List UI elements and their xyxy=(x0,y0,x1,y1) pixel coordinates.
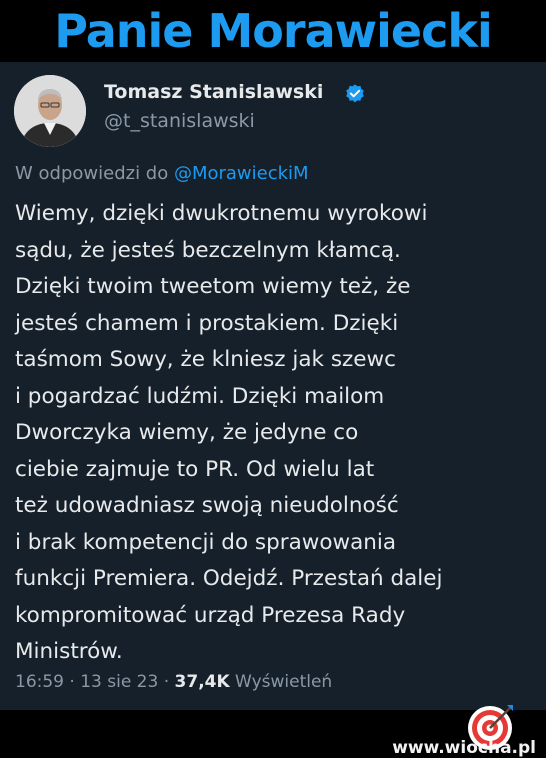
tweet-line: funkcji Premiera. Odejdź. Przestań dalej xyxy=(15,566,443,591)
tweet-line: taśmom Sowy, że klniesz jak szewc xyxy=(15,347,396,372)
views-label: Wyświetleń xyxy=(229,672,333,692)
tweet-line: i brak kompetencji do sprawowania xyxy=(15,529,397,555)
watermark: www.wiocha.pl xyxy=(392,738,536,758)
reply-prefix: W odpowiedzi do xyxy=(15,163,174,184)
tweet-line: Dworczyka wiemy, że jedyne co xyxy=(15,420,359,445)
tweet-line: ciebie zajmuje to PR. Od wielu lat xyxy=(15,456,375,482)
author-handle[interactable]: @t_stanislawski xyxy=(104,110,255,132)
tweet-card: Tomasz Stanislawski @t_stanislawski W od… xyxy=(0,62,546,758)
tweet-line: Ministrów. xyxy=(15,639,123,664)
tweet-line: kompromitować urząd Prezesa Rady xyxy=(15,602,406,628)
author-name[interactable]: Tomasz Stanislawski xyxy=(104,81,323,103)
avatar[interactable] xyxy=(14,75,86,147)
tweet-timestamp[interactable]: 16:59 · 13 sie 23 · xyxy=(15,672,175,692)
profile-photo-icon xyxy=(14,75,86,147)
tweet-line: sądu, że jesteś bezczelnym kłamcą. xyxy=(15,237,401,263)
headline-title: Panie Morawiecki xyxy=(54,4,492,58)
tweet-meta: 16:59 · 13 sie 23 · 37,4K Wyświetleń xyxy=(15,672,332,692)
headline-banner: Panie Morawiecki xyxy=(0,0,546,62)
tweet-line: jesteś chamem i prostakiem. Dzięki xyxy=(15,310,399,336)
tweet-line: też udowadniasz swoją nieudolność xyxy=(15,493,399,518)
tweet-line: Dzięki twoim tweetom wiemy też, że xyxy=(15,274,411,299)
reply-context: W odpowiedzi do @MorawieckiM xyxy=(15,163,309,184)
views-count: 37,4K xyxy=(174,672,230,692)
reply-mention-link[interactable]: @MorawieckiM xyxy=(174,163,309,184)
tweet-line: Wiemy, dzięki dwukrotnemu wyrokowi xyxy=(15,201,428,226)
tweet-line: i pogardzać ludźmi. Dzięki mailom xyxy=(15,383,385,409)
verified-badge-icon xyxy=(346,84,364,103)
tweet-text: Wiemy, dzięki dwukrotnemu wyrokowi sądu, … xyxy=(15,196,540,671)
